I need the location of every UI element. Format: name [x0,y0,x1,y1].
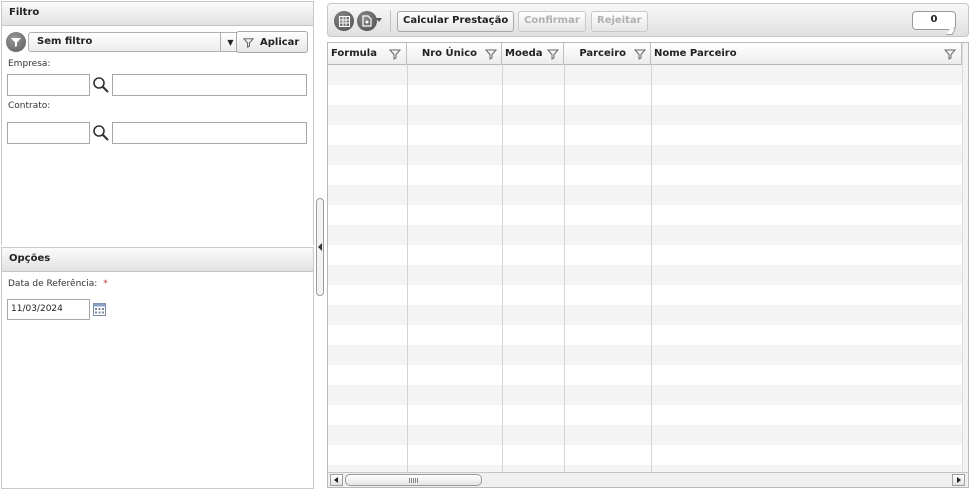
collapse-arrow-icon[interactable] [318,243,322,251]
funnel-icon[interactable] [634,48,646,60]
table-row[interactable] [328,65,962,85]
column-header-label: Formula [331,48,377,59]
app-root: Filtro Sem filtro ▼ Aplicar Empresa: Con… [0,0,971,490]
filter-panel-title: Filtro [2,2,313,26]
column-divider [407,65,408,472]
filter-selector-row: Sem filtro ▼ Aplicar [6,31,308,53]
column-header-nro-unico[interactable]: Nro Único [407,43,502,65]
column-divider [564,65,565,472]
column-header-parceiro[interactable]: Parceiro [564,43,651,65]
document-icon [362,15,372,27]
apply-filter-label: Aplicar [260,36,300,48]
toolbar: Calcular Prestação Confirmar Rejeitar 0 [327,3,969,37]
document-options-button[interactable] [357,11,377,31]
table-row[interactable] [328,265,962,285]
contrato-description-input[interactable] [112,122,307,144]
table-row[interactable] [328,325,962,345]
empresa-code-input[interactable] [7,74,90,96]
calendar-icon[interactable] [93,303,106,316]
table-row[interactable] [328,385,962,405]
table-row[interactable] [328,205,962,225]
reference-date-label: Data de Referência: [8,279,98,289]
table-row[interactable] [328,425,962,445]
column-header-formula[interactable]: Formula [328,43,407,65]
table-row[interactable] [328,365,962,385]
funnel-icon[interactable] [485,48,497,60]
required-marker: * [103,279,108,289]
filter-select-value: Sem filtro [37,36,93,47]
table-row[interactable] [328,165,962,185]
filter-select[interactable]: Sem filtro ▼ [28,32,241,52]
table-row[interactable] [328,125,962,145]
options-panel-title: Opções [2,248,313,272]
table-row[interactable] [328,185,962,205]
left-panel: Filtro Sem filtro ▼ Aplicar Empresa: Con… [0,0,315,490]
grid-header: Formula Nro Único Moeda Parceiro Nome Pa… [328,43,968,65]
funnel-icon [243,37,254,48]
table-row[interactable] [328,105,962,125]
table-row[interactable] [328,85,962,105]
reject-button[interactable]: Rejeitar [591,11,648,32]
funnel-icon[interactable] [389,48,401,60]
column-divider [502,65,503,472]
column-divider [651,65,652,472]
scroll-grip [409,478,419,483]
funnel-icon[interactable] [944,48,956,60]
table-row[interactable] [328,145,962,165]
calculate-installment-button[interactable]: Calcular Prestação [397,11,515,32]
scroll-right-button[interactable] [952,474,965,486]
empresa-label: Empresa: [8,59,51,69]
vertical-scrollbar[interactable] [962,43,968,473]
table-row[interactable] [328,445,962,465]
counter-tail [946,29,956,35]
table-row[interactable] [328,345,962,365]
panel-splitter[interactable] [316,198,324,296]
chevron-down-icon[interactable] [376,18,382,22]
table-row[interactable] [328,305,962,325]
column-header-moeda[interactable]: Moeda [502,43,564,65]
empresa-search-icon[interactable] [92,76,110,94]
reference-date-input[interactable]: 11/03/2024 [7,299,90,320]
horizontal-scrollbar[interactable] [328,472,968,487]
column-header-label: Parceiro [579,48,626,59]
contrato-code-input[interactable] [7,122,90,144]
table-row[interactable] [328,405,962,425]
column-header-nome-parceiro[interactable]: Nome Parceiro [651,43,962,65]
empresa-description-input[interactable] [112,74,307,96]
toolbar-separator [390,10,391,32]
scroll-left-button[interactable] [330,474,343,486]
grid-icon [338,15,350,27]
column-header-label: Moeda [505,48,543,59]
column-header-label: Nome Parceiro [654,48,737,59]
apply-filter-button[interactable]: Aplicar [236,31,308,53]
contrato-label: Contrato: [8,101,51,111]
chevron-right-icon [957,477,961,483]
scroll-thumb[interactable] [345,474,482,486]
record-count-badge: 0 [912,11,956,30]
filter-options-icon[interactable] [6,32,26,52]
funnel-icon[interactable] [547,48,559,60]
grid-view-button[interactable] [334,11,354,31]
chevron-left-icon [334,477,338,483]
grid-body[interactable] [328,65,962,485]
contrato-search-icon[interactable] [92,124,110,142]
reference-date-label-row: Data de Referência: * [8,279,108,289]
column-header-label: Nro Único [421,48,477,59]
table-row[interactable] [328,225,962,245]
table-row[interactable] [328,285,962,305]
data-grid: Formula Nro Único Moeda Parceiro Nome Pa… [327,42,969,488]
confirm-button[interactable]: Confirmar [518,11,586,32]
table-row[interactable] [328,245,962,265]
